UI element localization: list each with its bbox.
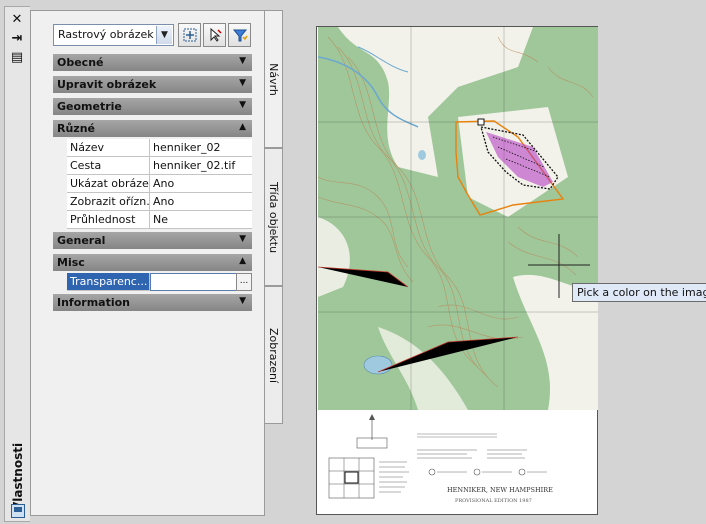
property-row[interactable]: Cesta henniker_02.tif (53, 157, 252, 175)
chevron-down-icon: ▼ (239, 100, 246, 110)
pickadd-icon (183, 28, 196, 42)
property-value[interactable]: Ano (150, 175, 252, 193)
section-ruzne[interactable]: Různé ▲ (53, 120, 252, 137)
chevron-up-icon: ▲ (239, 256, 246, 266)
chevron-up-icon: ▲ (239, 122, 246, 132)
section-general[interactable]: General ▼ (53, 232, 252, 249)
object-type-value: Rastrový obrázek (58, 28, 154, 41)
close-icon[interactable]: ✕ (10, 12, 24, 27)
section-information[interactable]: Information ▼ (53, 294, 252, 311)
section-geometrie[interactable]: Geometrie ▼ (53, 98, 252, 115)
property-value[interactable]: henniker_02.tif (150, 157, 252, 175)
chevron-down-icon: ▼ (239, 296, 246, 306)
property-name: Název (67, 139, 150, 157)
palette-title-strip: ✕ ⇥ ▤ Vlastnosti (4, 6, 30, 522)
tab-zobrazeni[interactable]: Zobrazení (265, 286, 283, 424)
chevron-down-icon[interactable]: ▼ (156, 26, 172, 44)
pick-color-tooltip: Pick a color on the image: (572, 283, 706, 302)
select-cursor-icon (210, 27, 222, 42)
map-legend: HENNIKER, NEW HAMPSHIRE PROVISIONAL EDIT… (317, 410, 597, 514)
raster-map-image[interactable] (318, 27, 598, 410)
object-type-select[interactable]: Rastrový obrázek ▼ (53, 24, 174, 46)
property-value[interactable]: Ano (150, 193, 252, 211)
map-edition-text: PROVISIONAL EDITION 1987 (455, 498, 532, 504)
chevron-down-icon: ▼ (239, 78, 246, 88)
properties-menu-icon[interactable]: ▤ (10, 50, 24, 65)
select-objects-button[interactable] (203, 23, 226, 47)
property-row[interactable]: Ukázat obrázek Ano (53, 175, 252, 193)
property-value[interactable]: henniker_02 (150, 139, 252, 157)
property-row[interactable]: Název henniker_02 (53, 139, 252, 157)
property-name: Průhlednost (67, 211, 150, 229)
property-name: Transparenc... (67, 273, 150, 291)
section-obecne[interactable]: Obecné ▼ (53, 54, 252, 71)
section-misc[interactable]: Misc ▲ (53, 254, 252, 271)
property-row[interactable]: Průhlednost Ne (53, 211, 252, 229)
map-title-text: HENNIKER, NEW HAMPSHIRE (447, 486, 553, 494)
chevron-down-icon: ▼ (239, 56, 246, 66)
quick-select-icon (232, 29, 248, 42)
property-name: Ukázat obrázek (67, 175, 150, 193)
palette-icon (11, 504, 25, 518)
tab-trida-objektu[interactable]: Třída objektu (265, 148, 283, 286)
section-upravit-obrazek[interactable]: Upravit obrázek ▼ (53, 76, 252, 93)
properties-panel: Rastrový obrázek ▼ Obecné ▼ Upravit obráz… (30, 10, 265, 516)
tab-navrh[interactable]: Návrh (265, 10, 283, 148)
property-name: Cesta (67, 157, 150, 175)
property-name: Zobrazit ořízn... (67, 193, 150, 211)
property-row-transparency[interactable]: Transparenc... ... (53, 273, 252, 291)
toggle-pickadd-button[interactable] (178, 23, 201, 47)
chevron-down-icon: ▼ (239, 234, 246, 244)
quick-select-button[interactable] (228, 23, 251, 47)
auto-hide-icon[interactable]: ⇥ (10, 31, 24, 46)
property-value[interactable]: Ne (150, 211, 252, 229)
ellipsis-button[interactable]: ... (236, 273, 252, 291)
property-row[interactable]: Zobrazit ořízn... Ano (53, 193, 252, 211)
